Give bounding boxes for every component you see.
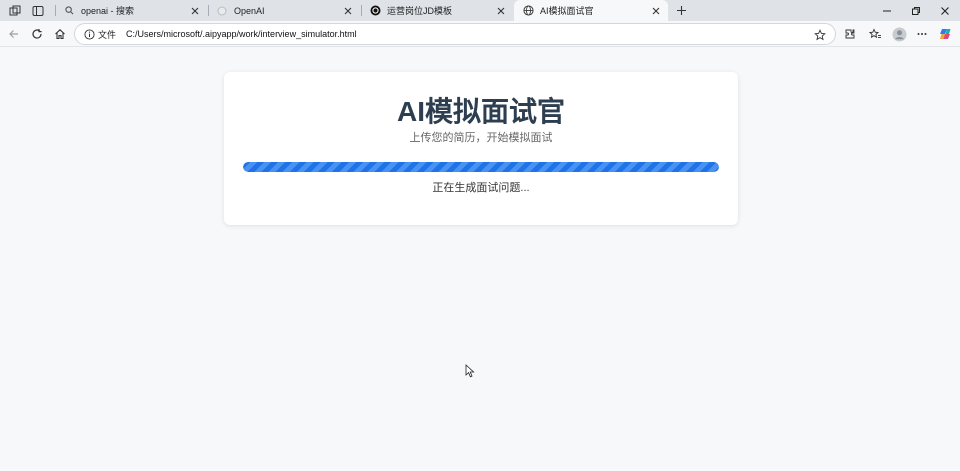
- tab-openai[interactable]: OpenAI: [208, 0, 360, 21]
- tab-openai-search[interactable]: openai - 搜索: [55, 0, 207, 21]
- minimize-button[interactable]: [872, 0, 902, 21]
- status-text: 正在生成面试问题...: [432, 182, 530, 194]
- tab-title: 运营岗位JD模板: [387, 6, 452, 16]
- favorites-icon[interactable]: [866, 25, 884, 43]
- openai-logo-icon: [369, 5, 381, 17]
- tab-ai-interviewer[interactable]: AI模拟面试官: [514, 0, 668, 21]
- info-icon[interactable]: [83, 28, 95, 40]
- close-icon[interactable]: [342, 5, 354, 17]
- workspaces-icon[interactable]: [6, 2, 24, 19]
- extensions-icon[interactable]: [841, 25, 859, 43]
- mouse-cursor-icon: [465, 364, 475, 378]
- browser-toolbar: 文件 C:/Users/microsoft/.aipyapp/work/inte…: [0, 21, 960, 47]
- page-subtitle: 上传您的简历，开始模拟面试: [409, 132, 553, 144]
- circle-icon: [216, 5, 228, 17]
- page-title: AI模拟面试官: [396, 96, 565, 127]
- interview-card: AI模拟面试官 上传您的简历，开始模拟面试 正在生成面试问题...: [224, 72, 738, 225]
- refresh-button[interactable]: [28, 25, 46, 43]
- home-button[interactable]: [51, 25, 69, 43]
- copilot-icon[interactable]: [937, 25, 955, 43]
- tab-jd-template[interactable]: 运营岗位JD模板: [361, 0, 513, 21]
- address-bar[interactable]: 文件 C:/Users/microsoft/.aipyapp/work/inte…: [74, 23, 836, 45]
- close-icon[interactable]: [495, 5, 507, 17]
- restore-button[interactable]: [901, 0, 931, 21]
- globe-icon: [522, 5, 534, 17]
- back-button[interactable]: [5, 25, 23, 43]
- close-icon[interactable]: [189, 5, 201, 17]
- tab-title: OpenAI: [234, 5, 265, 16]
- favorite-star-icon[interactable]: [813, 28, 827, 42]
- close-icon[interactable]: [650, 5, 662, 17]
- new-tab-button[interactable]: [672, 2, 690, 19]
- more-options-icon[interactable]: [913, 25, 931, 43]
- tab-strip: openai - 搜索 OpenAI 运营岗位JD模板 AI模拟面试官: [0, 0, 960, 21]
- progress-bar: [243, 162, 719, 172]
- url-text[interactable]: C:/Users/microsoft/.aipyapp/work/intervi…: [126, 29, 357, 39]
- progress-fill: [243, 162, 719, 172]
- tab-title: openai - 搜索: [81, 6, 135, 16]
- search-icon: [63, 5, 75, 17]
- tab-actions-icon[interactable]: [29, 2, 47, 19]
- file-label: 文件: [98, 29, 117, 40]
- tab-title: AI模拟面试官: [540, 6, 594, 16]
- avatar[interactable]: [890, 25, 908, 43]
- close-window-button[interactable]: [930, 0, 960, 21]
